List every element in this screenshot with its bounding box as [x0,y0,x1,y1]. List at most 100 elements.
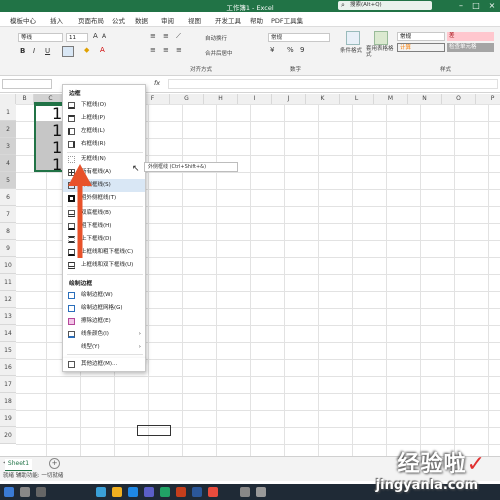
column-header-n[interactable]: N [408,94,442,104]
conditional-format-button[interactable]: 条件格式 [340,46,362,54]
row-header[interactable]: 5 [0,172,16,189]
number-format-select[interactable]: 常规 [268,33,330,42]
column-header-h[interactable]: H [204,94,238,104]
comma-icon[interactable]: 9 [300,46,304,54]
bold-icon[interactable]: B [20,47,25,55]
column-header-g[interactable]: G [170,94,204,104]
column-header-o[interactable]: O [442,94,476,104]
italic-icon[interactable]: I [33,47,35,55]
conditional-format-icon[interactable] [346,31,360,45]
row-header[interactable]: 20 [0,427,16,444]
wrap-text-button[interactable]: 自动换行 [205,34,227,42]
font-color-icon[interactable]: A [100,46,105,54]
font-size-select[interactable]: 11 [66,33,88,42]
row-header[interactable]: 7 [0,206,16,223]
add-sheet-icon[interactable]: + [49,458,60,469]
orientation-icon[interactable]: ⟋ [176,32,181,41]
folder-icon[interactable] [112,487,122,497]
style-normal[interactable]: 常规 [397,32,445,41]
tab-page-layout[interactable]: 页面布局 [78,15,104,25]
select-all-corner[interactable] [0,94,16,104]
taskview-icon[interactable] [36,487,46,497]
fx-icon[interactable]: fx [154,79,160,87]
row-header[interactable]: 4 [0,155,16,172]
column-header-j[interactable]: J [272,94,306,104]
tab-review[interactable]: 审阅 [161,15,174,25]
column-header-m[interactable]: M [374,94,408,104]
underline-icon[interactable]: U [45,47,50,55]
row-header[interactable]: 17 [0,376,16,393]
borders-button[interactable] [62,46,74,57]
style-bad[interactable]: 差 [447,32,494,41]
style-calculation[interactable]: 计算 [397,43,445,52]
align-center-icon[interactable]: ≡ [163,46,169,54]
align-top-icon[interactable]: ≡ [150,32,156,40]
menu-item-erase-border[interactable]: 擦除边框(E) [63,315,145,328]
row-header[interactable]: 9 [0,240,16,257]
menu-item-draw-border[interactable]: 绘制边框(W) [63,289,145,302]
merge-center-button[interactable]: 合并后居中 [205,49,233,57]
row-header[interactable]: 6 [0,189,16,206]
row-header[interactable]: 19 [0,410,16,427]
column-header-l[interactable]: L [340,94,374,104]
menu-item-bottom-border[interactable]: 下框线(O) [63,99,145,112]
align-left-icon[interactable]: ≡ [150,46,156,54]
row-header[interactable]: 12 [0,291,16,308]
row-header[interactable]: 16 [0,359,16,376]
tab-formulas[interactable]: 公式 [112,15,125,25]
currency-icon[interactable]: ¥ [270,46,274,54]
search-input[interactable]: ⌕ 搜索(Alt+Q) [338,1,432,10]
tab-help[interactable]: 帮助 [250,15,263,25]
tab-developer[interactable]: 开发工具 [215,15,241,25]
minimize-icon[interactable]: – [454,0,468,12]
app-icon[interactable] [128,487,138,497]
maximize-icon[interactable]: □ [469,0,483,12]
name-box[interactable] [2,79,52,89]
row-header[interactable]: 11 [0,274,16,291]
row-header[interactable]: 2 [0,121,16,138]
row-header[interactable]: 10 [0,257,16,274]
menu-item-left-border[interactable]: 左框线(L) [63,125,145,138]
excel-taskbar-icon[interactable] [160,487,170,497]
column-header-b[interactable]: B [16,94,34,104]
column-header-p[interactable]: P [476,94,500,104]
teams-icon[interactable] [144,487,154,497]
word-icon[interactable] [192,487,202,497]
app3-icon[interactable] [240,487,250,497]
row-header[interactable]: 1 [0,104,16,121]
row-header[interactable]: 15 [0,342,16,359]
menu-item-draw-grid[interactable]: 绘制边框网格(G) [63,302,145,315]
percent-icon[interactable]: % [287,46,294,54]
row-header[interactable]: 3 [0,138,16,155]
style-check-cell[interactable]: 检查单元格 [447,43,494,52]
ppt-icon[interactable] [176,487,186,497]
align-right-icon[interactable]: ≡ [176,46,182,54]
tab-view[interactable]: 视图 [188,15,201,25]
tab-insert[interactable]: 插入 [50,15,63,25]
font-name-select[interactable]: 等线 [18,33,63,42]
menu-item-top-border[interactable]: 上框线(P) [63,112,145,125]
row-header[interactable]: 14 [0,325,16,342]
search-taskbar-icon[interactable] [20,487,30,497]
app2-icon[interactable] [208,487,218,497]
menu-item-right-border[interactable]: 右框线(R) [63,138,145,151]
row-header[interactable]: 13 [0,308,16,325]
increase-font-icon[interactable]: A [93,32,98,40]
tab-pdf[interactable]: PDF工具集 [271,15,303,25]
fill-color-icon[interactable]: ◆ [84,46,89,54]
start-icon[interactable] [4,487,14,497]
align-middle-icon[interactable]: ≡ [163,32,169,40]
table-format-icon[interactable] [374,31,388,45]
row-header[interactable]: 8 [0,223,16,240]
bordered-cell[interactable] [137,425,171,436]
edge-icon[interactable] [96,487,106,497]
close-icon[interactable]: × [485,0,499,12]
tab-data[interactable]: 数据 [135,15,148,25]
app4-icon[interactable] [256,487,266,497]
menu-item-top-double-bottom[interactable]: 上框线和双下框线(U) [63,259,145,272]
formula-input[interactable] [168,79,498,89]
row-header[interactable]: 18 [0,393,16,410]
tab-template[interactable]: 模板中心 [10,15,36,25]
column-header-i[interactable]: I [238,94,272,104]
menu-item-line-color[interactable]: 线条颜色(I) › [63,328,145,341]
